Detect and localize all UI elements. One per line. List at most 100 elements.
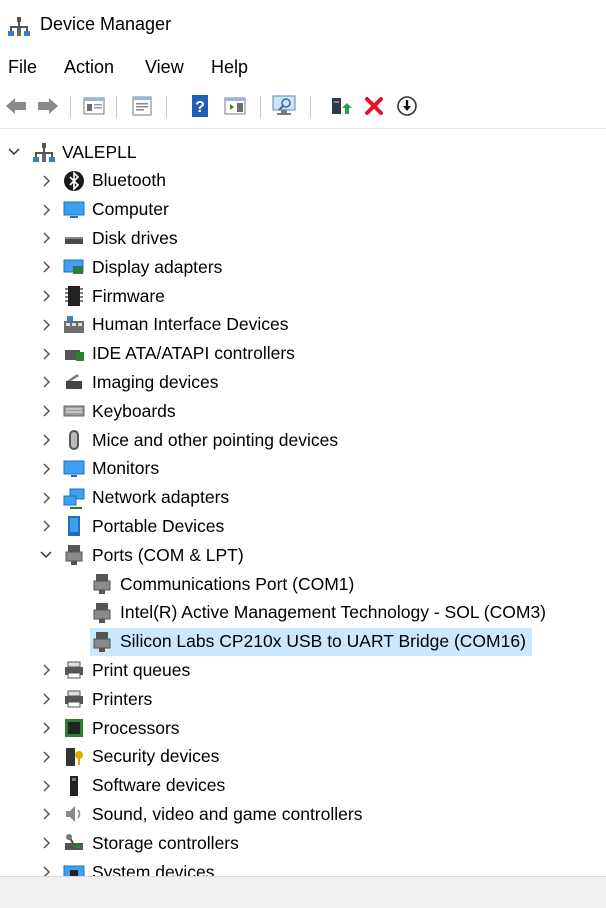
tree-category-label: Display adapters bbox=[92, 256, 223, 277]
computer-tree-icon bbox=[33, 143, 55, 162]
hid-icon bbox=[64, 315, 84, 333]
tree-category-storage-controllers[interactable]: Storage controllers bbox=[38, 829, 239, 857]
chevron-right-icon[interactable] bbox=[38, 691, 54, 707]
tree-category-firmware[interactable]: Firmware bbox=[38, 282, 165, 310]
chevron-down-icon[interactable] bbox=[6, 144, 22, 160]
tree-category-display-adapters[interactable]: Display adapters bbox=[38, 253, 222, 281]
tree-category-label: Firmware bbox=[92, 285, 165, 306]
back-button[interactable] bbox=[2, 92, 30, 120]
menu-action[interactable]: Action bbox=[64, 57, 114, 78]
tree-category-label: Computer bbox=[92, 199, 169, 220]
red-x-icon bbox=[365, 97, 383, 115]
properties-icon bbox=[132, 96, 152, 116]
ide-controller-icon bbox=[65, 349, 84, 361]
status-bar bbox=[0, 876, 606, 908]
tree-category-print-queues[interactable]: Print queues bbox=[38, 656, 190, 684]
chevron-right-icon[interactable] bbox=[38, 173, 54, 189]
tree-category-keyboards[interactable]: Keyboards bbox=[38, 397, 176, 425]
tree-category-label: Mice and other pointing devices bbox=[92, 429, 339, 450]
scan-for-hardware-changes-button[interactable] bbox=[270, 92, 298, 120]
chevron-right-icon[interactable] bbox=[38, 778, 54, 794]
chevron-right-icon[interactable] bbox=[38, 317, 54, 333]
tree-category-computer[interactable]: Computer bbox=[38, 196, 169, 224]
display-adapter-icon bbox=[63, 259, 84, 275]
tree-category-network-adapters[interactable]: Network adapters bbox=[38, 484, 229, 512]
properties-button[interactable] bbox=[128, 92, 156, 120]
disable-device-button[interactable] bbox=[393, 92, 421, 120]
disk-drive-icon bbox=[65, 237, 83, 245]
device-tree: VALEPLL Bluetooth Computer Disk drives Disp… bbox=[0, 136, 606, 876]
help-icon: ? bbox=[192, 95, 208, 117]
toolbar-separator bbox=[166, 96, 167, 118]
chevron-right-icon[interactable] bbox=[38, 518, 54, 534]
tree-category-processors[interactable]: Processors bbox=[38, 714, 180, 742]
chevron-right-icon[interactable] bbox=[38, 346, 54, 362]
chevron-right-icon[interactable] bbox=[38, 403, 54, 419]
chevron-right-icon[interactable] bbox=[38, 230, 54, 246]
svg-text:?: ? bbox=[195, 99, 205, 116]
menu-file[interactable]: File bbox=[8, 57, 37, 78]
chevron-right-icon[interactable] bbox=[38, 259, 54, 275]
tree-category-label: Ports (COM & LPT) bbox=[92, 544, 244, 565]
toolbar-separator bbox=[70, 96, 71, 118]
port-icon bbox=[93, 574, 111, 594]
chevron-right-icon[interactable] bbox=[38, 374, 54, 390]
menu-bar: File Action View Help bbox=[0, 54, 606, 82]
tree-root[interactable]: VALEPLL bbox=[6, 138, 137, 166]
tree-category-human-interface-devices[interactable]: Human Interface Devices bbox=[38, 311, 288, 339]
chevron-right-icon[interactable] bbox=[38, 806, 54, 822]
chevron-right-icon[interactable] bbox=[38, 432, 54, 448]
update-driver-button[interactable] bbox=[326, 92, 354, 120]
tree-category-label: Imaging devices bbox=[92, 371, 219, 392]
chevron-right-icon[interactable] bbox=[38, 864, 54, 876]
show-hide-console-tree-button[interactable] bbox=[80, 92, 108, 120]
tree-device-communications-port-com1[interactable]: Communications Port (COM1) bbox=[90, 570, 360, 598]
tree-category-label: Keyboards bbox=[92, 400, 176, 421]
bluetooth-icon bbox=[64, 170, 84, 191]
title-bar: Device Manager bbox=[0, 0, 606, 50]
tree-category-printers[interactable]: Printers bbox=[38, 685, 152, 713]
tree-category-monitors[interactable]: Monitors bbox=[38, 455, 159, 483]
printer-icon bbox=[65, 661, 83, 679]
port-icon bbox=[93, 602, 111, 623]
tree-category-ide-ata-atapi-controllers[interactable]: IDE ATA/ATAPI controllers bbox=[38, 340, 295, 368]
menu-view[interactable]: View bbox=[145, 57, 184, 78]
toolbar-separator bbox=[260, 96, 261, 118]
computer-icon bbox=[63, 201, 85, 218]
tree-device-silicon-labs-cp210x-usb-to-uart-bridge-com16[interactable]: Silicon Labs CP210x USB to UART Bridge (… bbox=[90, 627, 532, 656]
tree-category-system-devices[interactable]: System devices bbox=[38, 858, 215, 876]
processor-icon bbox=[65, 719, 83, 737]
tree-category-label: IDE ATA/ATAPI controllers bbox=[92, 343, 295, 364]
printer-icon bbox=[65, 690, 83, 708]
chevron-right-icon[interactable] bbox=[38, 749, 54, 765]
tree-category-label: Sound, video and game controllers bbox=[92, 803, 363, 824]
tree-category-mice-and-other-pointing-devices[interactable]: Mice and other pointing devices bbox=[38, 426, 338, 454]
tree-category-disk-drives[interactable]: Disk drives bbox=[38, 224, 178, 252]
chevron-right-icon[interactable] bbox=[38, 461, 54, 477]
menu-help[interactable]: Help bbox=[211, 57, 248, 78]
tree-category-software-devices[interactable]: Software devices bbox=[38, 772, 225, 800]
chevron-right-icon[interactable] bbox=[38, 720, 54, 736]
tree-category-ports-com-lpt[interactable]: Ports (COM & LPT) bbox=[38, 541, 244, 569]
tree-category-sound-video-and-game-controllers[interactable]: Sound, video and game controllers bbox=[38, 800, 362, 828]
show-action-pane-button[interactable] bbox=[221, 92, 249, 120]
chevron-right-icon[interactable] bbox=[38, 835, 54, 851]
uninstall-device-button[interactable] bbox=[360, 92, 388, 120]
tree-device-intel-r-active-management-technology-sol-com3[interactable]: Intel(R) Active Management Technology - … bbox=[90, 599, 552, 627]
scan-hardware-icon bbox=[272, 95, 296, 115]
toolbar-separator bbox=[116, 96, 117, 118]
tree-category-imaging-devices[interactable]: Imaging devices bbox=[38, 368, 218, 396]
chevron-right-icon[interactable] bbox=[38, 490, 54, 506]
chevron-right-icon[interactable] bbox=[38, 202, 54, 218]
chevron-right-icon[interactable] bbox=[38, 288, 54, 304]
tree-category-label: Print queues bbox=[92, 659, 191, 680]
tree-category-bluetooth[interactable]: Bluetooth bbox=[38, 167, 166, 195]
portable-device-icon bbox=[68, 516, 80, 537]
chevron-right-icon[interactable] bbox=[38, 662, 54, 678]
help-button[interactable]: ? bbox=[186, 92, 214, 120]
tree-category-security-devices[interactable]: Security devices bbox=[38, 743, 219, 771]
tree-category-portable-devices[interactable]: Portable Devices bbox=[38, 512, 224, 540]
window-title: Device Manager bbox=[40, 14, 172, 34]
chevron-down-icon[interactable] bbox=[38, 547, 54, 563]
forward-button[interactable] bbox=[34, 92, 62, 120]
